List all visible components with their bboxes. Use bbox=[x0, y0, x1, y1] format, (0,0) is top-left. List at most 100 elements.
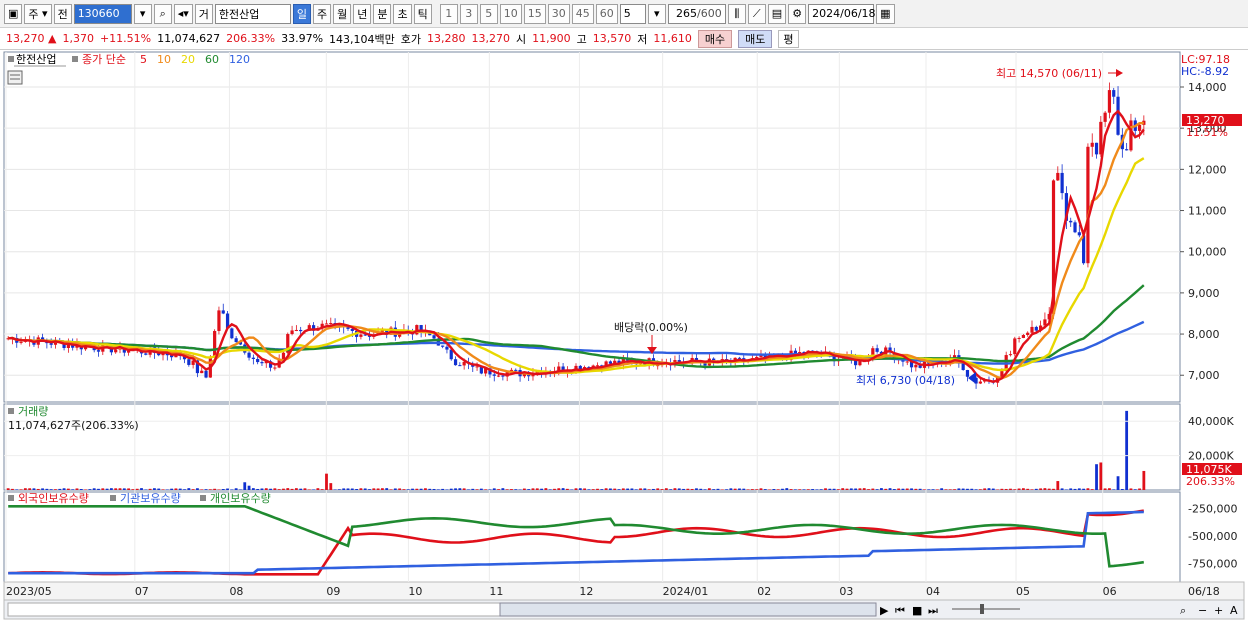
stop-icon[interactable]: ■ bbox=[912, 604, 922, 617]
ask-price-2: 13,270 bbox=[471, 32, 511, 45]
volume-bar bbox=[772, 489, 776, 490]
volume-bar bbox=[101, 488, 105, 490]
interval-button-10[interactable]: 10 bbox=[499, 3, 522, 24]
volume-bar bbox=[299, 488, 303, 490]
volume-bar bbox=[875, 489, 879, 490]
period-tab-초[interactable]: 초 bbox=[393, 3, 412, 24]
ma-legend-label[interactable]: 종가 단순 bbox=[82, 53, 126, 66]
volume-bar bbox=[966, 488, 969, 490]
period-tab-틱[interactable]: 틱 bbox=[413, 3, 432, 24]
volume-bar bbox=[1108, 488, 1111, 490]
code-dropdown-icon[interactable]: ▾ bbox=[133, 3, 152, 24]
ma-legend-20[interactable]: 20 bbox=[181, 53, 195, 66]
candle-body bbox=[978, 381, 982, 384]
scroll-first-icon[interactable]: ⏮ bbox=[895, 604, 905, 617]
interval-button-5[interactable]: 5 bbox=[479, 3, 498, 24]
volume-bar bbox=[596, 488, 599, 490]
interval-button-45[interactable]: 45 bbox=[571, 3, 594, 24]
current-pct-tag: 11.51% bbox=[1186, 126, 1228, 139]
gear-icon[interactable]: ⚙ bbox=[788, 3, 807, 24]
scroll-thumb[interactable] bbox=[499, 602, 877, 617]
interval-dropdown-icon[interactable]: ▾ bbox=[647, 3, 666, 24]
volume-bar bbox=[381, 488, 384, 490]
volume-bar bbox=[49, 489, 53, 490]
period-tab-년[interactable]: 년 bbox=[353, 3, 372, 24]
interval-select[interactable]: 5 bbox=[619, 3, 646, 24]
volume-bar bbox=[1009, 488, 1012, 490]
volume-bar bbox=[454, 488, 457, 490]
period-tab-분[interactable]: 분 bbox=[373, 3, 392, 24]
interval-button-3[interactable]: 3 bbox=[459, 3, 478, 24]
candle-type-icon[interactable]: ⫼ bbox=[727, 3, 746, 24]
volume-bar bbox=[484, 489, 488, 490]
turnover-rate: 33.97% bbox=[281, 32, 324, 45]
candle-body bbox=[1017, 337, 1021, 339]
line-tool-icon[interactable]: ⟋ bbox=[747, 3, 766, 24]
date-field[interactable]: 2024/06/18 bbox=[808, 3, 876, 24]
volume-bar bbox=[264, 488, 268, 490]
holder-legend-label[interactable]: 기관보유수량 bbox=[120, 492, 181, 505]
interval-button-30[interactable]: 30 bbox=[547, 3, 570, 24]
count-field[interactable]: 265/600 bbox=[667, 3, 726, 24]
sell-button[interactable]: 매도 bbox=[738, 29, 773, 48]
volume-bar bbox=[510, 489, 513, 490]
ma-legend-10[interactable]: 10 bbox=[157, 53, 171, 66]
volume-bar bbox=[140, 488, 143, 490]
font-size-icon[interactable]: A bbox=[1230, 604, 1238, 617]
save-icon[interactable]: ▤ bbox=[767, 3, 787, 24]
window-icon[interactable]: ▣ bbox=[4, 3, 23, 24]
date-axis-bar bbox=[3, 581, 1245, 601]
eval-button[interactable]: 평 bbox=[778, 29, 799, 48]
scroll-last-icon[interactable]: ⏭ bbox=[928, 604, 938, 617]
period-tab-주[interactable]: 주 bbox=[312, 3, 332, 24]
volume-bar bbox=[45, 488, 49, 490]
interval-button-60[interactable]: 60 bbox=[595, 3, 618, 24]
stock-legend[interactable]: 한전산업 bbox=[16, 53, 56, 66]
speaker-icon[interactable]: ◂▾ bbox=[173, 3, 193, 24]
market-type-select[interactable]: 주 ▾ bbox=[24, 3, 52, 24]
volume-bar bbox=[436, 489, 440, 490]
buy-button[interactable]: 매수 bbox=[697, 29, 733, 48]
scroll-next-icon[interactable]: ▶ bbox=[880, 604, 889, 617]
search-icon[interactable]: ⌕ bbox=[153, 3, 172, 24]
magnify-icon[interactable]: ⌕ bbox=[1180, 604, 1186, 617]
candle-body bbox=[965, 370, 970, 377]
calendar-icon[interactable]: ▦ bbox=[876, 3, 895, 24]
volume-bar bbox=[363, 488, 367, 490]
stock-code-input[interactable]: 130660 bbox=[73, 3, 132, 24]
ma-legend-5[interactable]: 5 bbox=[140, 53, 147, 66]
candle-body bbox=[1090, 142, 1094, 147]
volume-bar bbox=[131, 489, 135, 490]
period-tab-월[interactable]: 월 bbox=[333, 3, 352, 24]
ma-square-icon bbox=[72, 56, 78, 62]
stock-name-field[interactable]: 한전산업 bbox=[214, 3, 291, 24]
volume-bar bbox=[927, 489, 931, 490]
volume-bar bbox=[888, 488, 892, 490]
date-axis-label: 05 bbox=[1016, 585, 1030, 598]
prev-button[interactable]: 전 bbox=[53, 3, 72, 24]
table-icon[interactable] bbox=[7, 70, 23, 85]
zoom-out-icon[interactable]: − bbox=[1198, 604, 1207, 617]
ma-legend-60[interactable]: 60 bbox=[205, 53, 219, 66]
candle-body bbox=[445, 346, 449, 350]
volume-bar bbox=[948, 489, 952, 490]
quote-bar: 13,270 ▲ 1,370 +11.51% 11,074,627 206.33… bbox=[0, 28, 1248, 50]
volume-bar bbox=[729, 488, 733, 490]
candle-body bbox=[1069, 220, 1073, 223]
ma-legend-120[interactable]: 120 bbox=[229, 53, 250, 66]
volume-ratio: 206.33% bbox=[226, 32, 276, 45]
candle-body bbox=[677, 360, 681, 362]
zoom-in-icon[interactable]: + bbox=[1214, 604, 1223, 617]
volume-bar bbox=[286, 488, 290, 490]
chart-svg[interactable]: 14,00013,00012,00011,00010,0009,0008,000… bbox=[0, 50, 1248, 621]
holder-legend-label[interactable]: 외국인보유수량 bbox=[18, 492, 89, 505]
mode-button[interactable]: 거 bbox=[194, 3, 213, 24]
period-tab-일[interactable]: 일 bbox=[292, 3, 311, 24]
volume-bar bbox=[987, 488, 991, 490]
interval-button-1[interactable]: 1 bbox=[439, 3, 458, 24]
interval-button-15[interactable]: 15 bbox=[523, 3, 546, 24]
volume-title[interactable]: 거래량 bbox=[18, 405, 48, 418]
holder-legend-label[interactable]: 개인보유수량 bbox=[210, 492, 271, 505]
volume-bar bbox=[239, 489, 242, 490]
zoom-slider-thumb[interactable] bbox=[980, 604, 984, 614]
